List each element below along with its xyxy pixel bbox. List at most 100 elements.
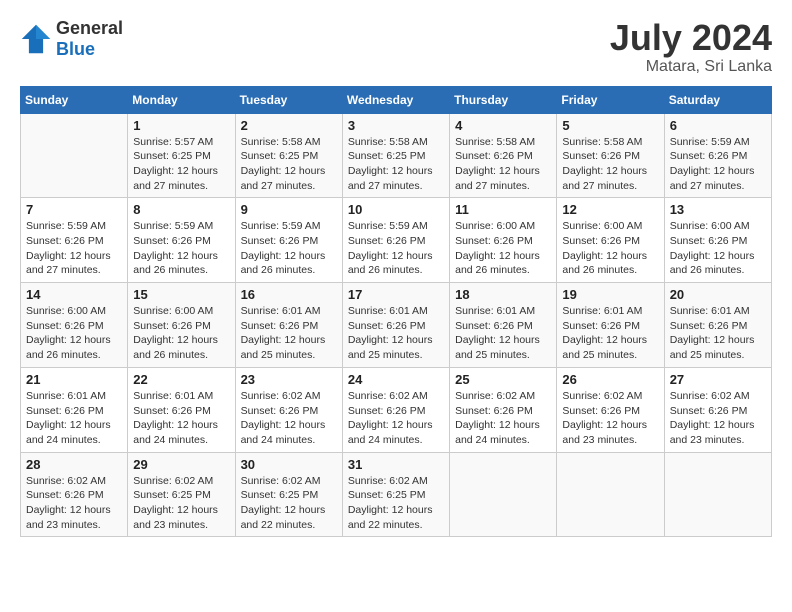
week-row-1: 7 Sunrise: 5:59 AM Sunset: 6:26 PM Daylig… — [21, 198, 772, 283]
day-info: Sunrise: 5:58 AM Sunset: 6:26 PM Dayligh… — [562, 135, 658, 194]
logo-text: General Blue — [56, 18, 123, 60]
calendar-cell: 9 Sunrise: 5:59 AM Sunset: 6:26 PM Daylig… — [235, 198, 342, 283]
calendar-cell: 3Sunrise: 5:58 AM Sunset: 6:25 PM Daylig… — [342, 113, 449, 198]
day-number: 24 — [348, 372, 444, 387]
day-info: Sunrise: 6:01 AM Sunset: 6:26 PM Dayligh… — [26, 389, 122, 448]
calendar-cell: 20Sunrise: 6:01 AM Sunset: 6:26 PM Dayli… — [664, 283, 771, 368]
calendar-cell: 8 Sunrise: 5:59 AM Sunset: 6:26 PM Daylig… — [128, 198, 235, 283]
day-info: Sunrise: 5:58 AM Sunset: 6:25 PM Dayligh… — [241, 135, 337, 194]
day-info: Sunrise: 6:01 AM Sunset: 6:26 PM Dayligh… — [133, 389, 229, 448]
col-header-monday: Monday — [128, 86, 235, 113]
col-header-friday: Friday — [557, 86, 664, 113]
day-info: Sunrise: 5:58 AM Sunset: 6:26 PM Dayligh… — [455, 135, 551, 194]
calendar-cell — [450, 452, 557, 537]
location-title: Matara, Sri Lanka — [610, 58, 772, 76]
calendar-table: SundayMondayTuesdayWednesdayThursdayFrid… — [20, 86, 772, 538]
calendar-cell: 4 Sunrise: 5:58 AM Sunset: 6:26 PM Daylig… — [450, 113, 557, 198]
day-info: Sunrise: 6:01 AM Sunset: 6:26 PM Dayligh… — [241, 304, 337, 363]
day-number: 11 — [455, 202, 551, 217]
day-info: Sunrise: 5:59 AM Sunset: 6:26 PM Dayligh… — [348, 219, 444, 278]
day-number: 20 — [670, 287, 766, 302]
month-title: July 2024 — [610, 18, 772, 58]
day-info: Sunrise: 6:01 AM Sunset: 6:26 PM Dayligh… — [562, 304, 658, 363]
day-number: 22 — [133, 372, 229, 387]
calendar-cell: 26Sunrise: 6:02 AM Sunset: 6:26 PM Dayli… — [557, 367, 664, 452]
calendar-cell: 21 Sunrise: 6:01 AM Sunset: 6:26 PM Dayli… — [21, 367, 128, 452]
calendar-cell: 19 Sunrise: 6:01 AM Sunset: 6:26 PM Dayli… — [557, 283, 664, 368]
day-info: Sunrise: 6:01 AM Sunset: 6:26 PM Dayligh… — [455, 304, 551, 363]
col-header-saturday: Saturday — [664, 86, 771, 113]
day-number: 2 — [241, 118, 337, 133]
day-number: 6 — [670, 118, 766, 133]
day-number: 30 — [241, 457, 337, 472]
day-number: 4 — [455, 118, 551, 133]
day-info: Sunrise: 5:57 AM Sunset: 6:25 PM Dayligh… — [133, 135, 229, 194]
day-info: Sunrise: 6:02 AM Sunset: 6:25 PM Dayligh… — [348, 474, 444, 533]
calendar-cell: 14Sunrise: 6:00 AM Sunset: 6:26 PM Dayli… — [21, 283, 128, 368]
day-number: 31 — [348, 457, 444, 472]
day-number: 8 — [133, 202, 229, 217]
calendar-cell: 22 Sunrise: 6:01 AM Sunset: 6:26 PM Dayli… — [128, 367, 235, 452]
day-info: Sunrise: 5:59 AM Sunset: 6:26 PM Dayligh… — [26, 219, 122, 278]
week-row-4: 28 Sunrise: 6:02 AM Sunset: 6:26 PM Dayli… — [21, 452, 772, 537]
calendar-cell: 28 Sunrise: 6:02 AM Sunset: 6:26 PM Dayli… — [21, 452, 128, 537]
day-number: 9 — [241, 202, 337, 217]
calendar-cell: 15Sunrise: 6:00 AM Sunset: 6:26 PM Dayli… — [128, 283, 235, 368]
day-info: Sunrise: 5:59 AM Sunset: 6:26 PM Dayligh… — [133, 219, 229, 278]
day-info: Sunrise: 6:00 AM Sunset: 6:26 PM Dayligh… — [670, 219, 766, 278]
day-number: 17 — [348, 287, 444, 302]
day-number: 19 — [562, 287, 658, 302]
day-info: Sunrise: 6:02 AM Sunset: 6:25 PM Dayligh… — [241, 474, 337, 533]
col-header-thursday: Thursday — [450, 86, 557, 113]
title-block: July 2024 Matara, Sri Lanka — [610, 18, 772, 76]
week-row-0: 1 Sunrise: 5:57 AM Sunset: 6:25 PM Daylig… — [21, 113, 772, 198]
calendar-cell: 11 Sunrise: 6:00 AM Sunset: 6:26 PM Dayli… — [450, 198, 557, 283]
day-number: 26 — [562, 372, 658, 387]
day-number: 27 — [670, 372, 766, 387]
day-info: Sunrise: 5:59 AM Sunset: 6:26 PM Dayligh… — [241, 219, 337, 278]
calendar-cell: 5 Sunrise: 5:58 AM Sunset: 6:26 PM Daylig… — [557, 113, 664, 198]
col-header-sunday: Sunday — [21, 86, 128, 113]
logo-icon — [20, 23, 52, 55]
calendar-cell: 17 Sunrise: 6:01 AM Sunset: 6:26 PM Dayli… — [342, 283, 449, 368]
day-number: 21 — [26, 372, 122, 387]
day-number: 18 — [455, 287, 551, 302]
day-number: 28 — [26, 457, 122, 472]
day-info: Sunrise: 6:02 AM Sunset: 6:26 PM Dayligh… — [348, 389, 444, 448]
calendar-cell — [664, 452, 771, 537]
day-number: 5 — [562, 118, 658, 133]
day-info: Sunrise: 6:02 AM Sunset: 6:25 PM Dayligh… — [133, 474, 229, 533]
logo-blue: Blue — [56, 39, 95, 59]
day-number: 14 — [26, 287, 122, 302]
calendar-cell: 18 Sunrise: 6:01 AM Sunset: 6:26 PM Dayli… — [450, 283, 557, 368]
col-header-tuesday: Tuesday — [235, 86, 342, 113]
calendar-cell — [21, 113, 128, 198]
calendar-cell: 23Sunrise: 6:02 AM Sunset: 6:26 PM Dayli… — [235, 367, 342, 452]
day-info: Sunrise: 6:01 AM Sunset: 6:26 PM Dayligh… — [348, 304, 444, 363]
day-number: 10 — [348, 202, 444, 217]
calendar-cell: 2 Sunrise: 5:58 AM Sunset: 6:25 PM Daylig… — [235, 113, 342, 198]
logo-general: General — [56, 18, 123, 38]
day-info: Sunrise: 6:02 AM Sunset: 6:26 PM Dayligh… — [26, 474, 122, 533]
day-info: Sunrise: 6:00 AM Sunset: 6:26 PM Dayligh… — [455, 219, 551, 278]
day-number: 16 — [241, 287, 337, 302]
calendar-cell: 7 Sunrise: 5:59 AM Sunset: 6:26 PM Daylig… — [21, 198, 128, 283]
day-number: 7 — [26, 202, 122, 217]
calendar-cell — [557, 452, 664, 537]
day-info: Sunrise: 5:59 AM Sunset: 6:26 PM Dayligh… — [670, 135, 766, 194]
day-info: Sunrise: 6:02 AM Sunset: 6:26 PM Dayligh… — [670, 389, 766, 448]
calendar-cell: 27 Sunrise: 6:02 AM Sunset: 6:26 PM Dayli… — [664, 367, 771, 452]
day-number: 1 — [133, 118, 229, 133]
calendar-cell: 25Sunrise: 6:02 AM Sunset: 6:26 PM Dayli… — [450, 367, 557, 452]
calendar-cell: 29 Sunrise: 6:02 AM Sunset: 6:25 PM Dayli… — [128, 452, 235, 537]
calendar-cell: 1 Sunrise: 5:57 AM Sunset: 6:25 PM Daylig… — [128, 113, 235, 198]
day-number: 29 — [133, 457, 229, 472]
day-info: Sunrise: 6:00 AM Sunset: 6:26 PM Dayligh… — [133, 304, 229, 363]
day-info: Sunrise: 5:58 AM Sunset: 6:25 PM Dayligh… — [348, 135, 444, 194]
week-row-2: 14 Sunrise: 6:00 AM Sunset: 6:26 PM Dayli… — [21, 283, 772, 368]
calendar-cell: 24 Sunrise: 6:02 AM Sunset: 6:26 PM Dayli… — [342, 367, 449, 452]
day-number: 13 — [670, 202, 766, 217]
calendar-cell: 10 Sunrise: 5:59 AM Sunset: 6:26 PM Dayli… — [342, 198, 449, 283]
header: General Blue July 2024 Matara, Sri Lanka — [20, 18, 772, 76]
calendar-cell: 13 Sunrise: 6:00 AM Sunset: 6:26 PM Dayli… — [664, 198, 771, 283]
